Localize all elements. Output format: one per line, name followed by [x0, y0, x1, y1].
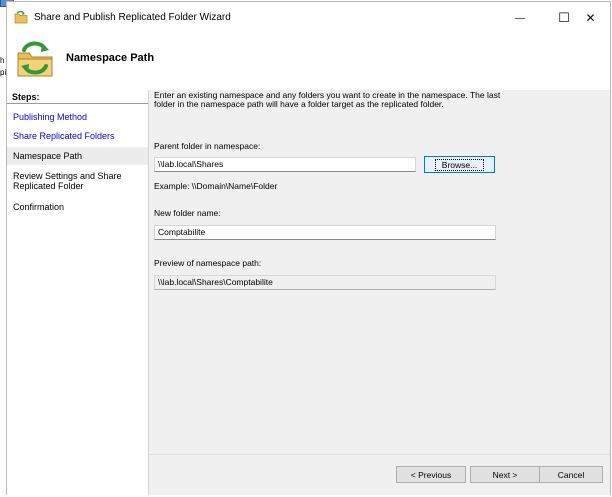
previous-button[interactable]: < Previous	[396, 466, 466, 483]
preview-label: Preview of namespace path:	[154, 258, 262, 268]
intro-text: Enter an existing namespace and any fold…	[154, 90, 501, 109]
replicated-folder-icon	[17, 41, 53, 77]
step-publishing-method[interactable]: Publishing Method	[7, 112, 148, 122]
wizard-header: Namespace Path	[7, 34, 610, 89]
cancel-button[interactable]: Cancel	[539, 466, 603, 483]
page-title: Namespace Path	[66, 52, 155, 64]
minimize-button[interactable]: —	[498, 2, 542, 34]
new-folder-label: New folder name:	[154, 208, 221, 218]
footer-divider	[149, 454, 610, 455]
step-share-replicated-folders[interactable]: Share Replicated Folders	[7, 131, 148, 141]
browse-button-label: Browse...	[434, 158, 485, 171]
parent-folder-input[interactable]: \\lab.local\Shares	[154, 157, 416, 172]
parent-folder-label: Parent folder in namespace:	[154, 141, 261, 151]
wizard-content: Enter an existing namespace and any fold…	[149, 90, 610, 495]
wizard-window: Share and Publish Replicated Folder Wiza…	[6, 1, 611, 495]
title-bar[interactable]: Share and Publish Replicated Folder Wiza…	[7, 2, 610, 34]
steps-sidebar: Steps: Publishing Method Share Replicate…	[7, 90, 149, 495]
step-confirmation: Confirmation	[13, 202, 65, 212]
next-button[interactable]: Next >	[470, 466, 540, 483]
close-button[interactable]: ✕	[570, 2, 611, 34]
steps-heading: Steps:	[12, 92, 40, 102]
background-text-fragment: h	[0, 56, 5, 65]
steps-divider	[7, 103, 148, 104]
example-text: Example: \\Domain\Name\Folder	[154, 181, 278, 191]
folder-share-icon	[14, 11, 28, 24]
browse-button[interactable]: Browse...	[424, 156, 495, 173]
minimize-icon: —	[515, 12, 525, 24]
close-icon: ✕	[585, 11, 596, 25]
step-namespace-path: Namespace Path	[7, 147, 148, 165]
window-title: Share and Publish Replicated Folder Wiza…	[34, 12, 231, 23]
preview-path-field: \\lab.local\Shares\Comptabilite	[154, 275, 496, 290]
maximize-icon: ☐	[558, 10, 570, 25]
step-review-settings: Review Settings and Share Replicated Fol…	[13, 171, 122, 191]
new-folder-input[interactable]: Comptabilite	[154, 225, 496, 240]
